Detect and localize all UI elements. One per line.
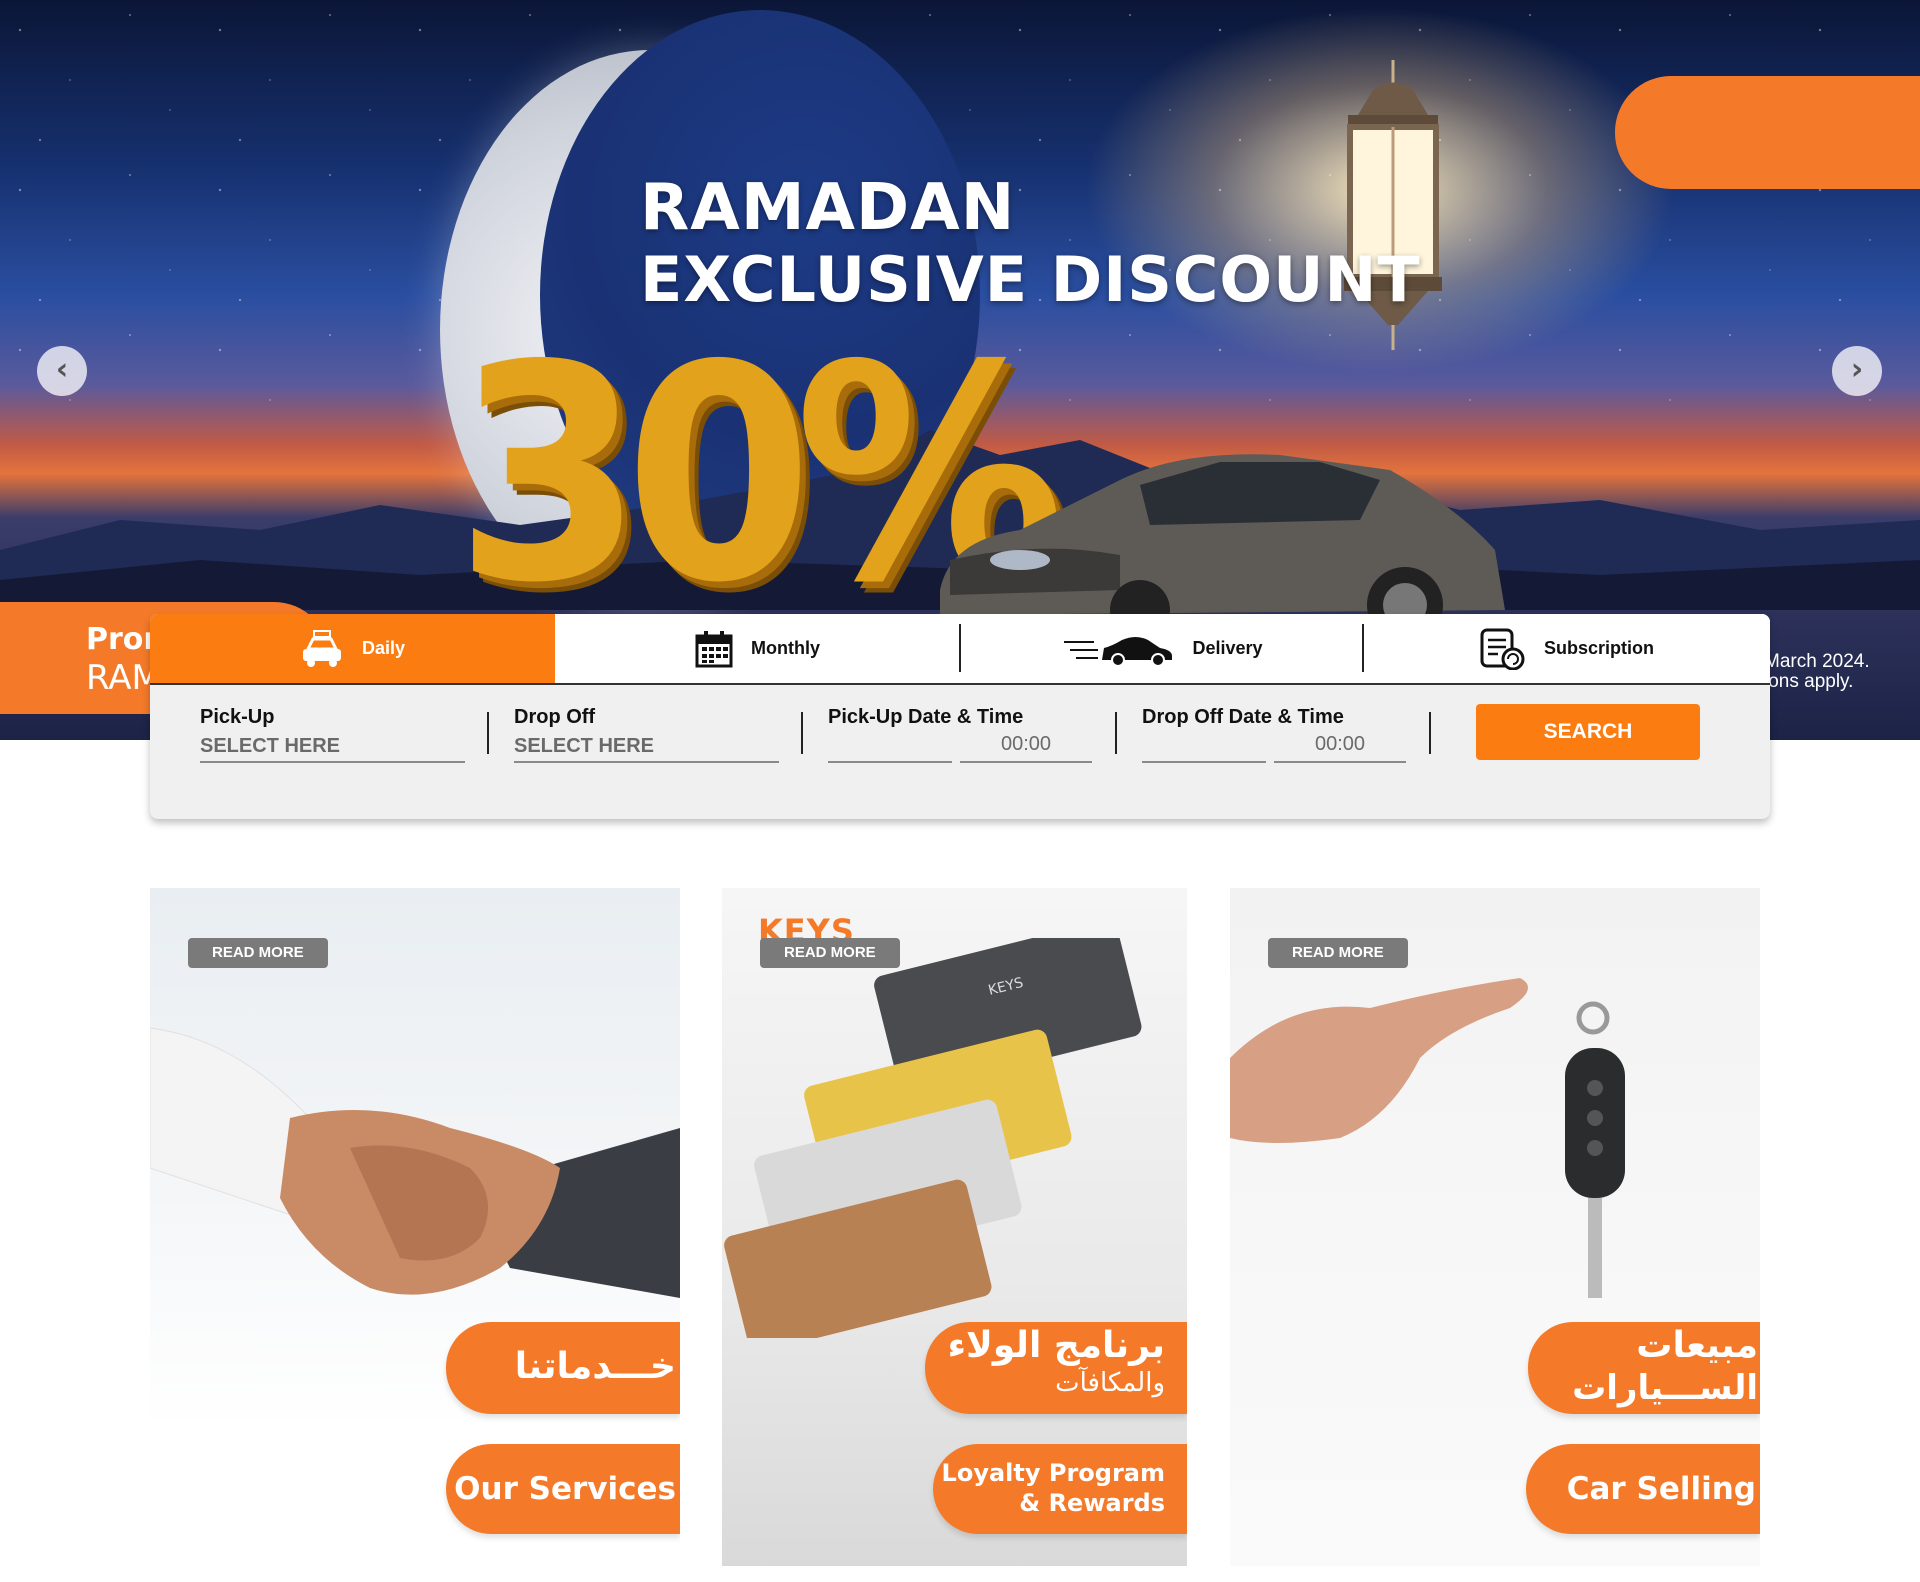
pickup-select[interactable]: SELECT HERE: [200, 733, 465, 763]
car-key-image: [1230, 978, 1625, 1298]
tab-delivery-label: Delivery: [1192, 638, 1263, 658]
read-more-button[interactable]: READ MORE: [1268, 938, 1408, 968]
card-loyalty-program[interactable]: KEYS KEYS READ MORE برنامج الولاء والمكا…: [722, 888, 1187, 1566]
carousel-prev-arrow-icon[interactable]: ‹: [37, 346, 87, 396]
card-title-english: Loyalty Program & Rewards: [933, 1444, 1187, 1534]
fast-car-icon: [1064, 636, 1173, 666]
dropoff-datetime-field[interactable]: Drop Off Date & Time 00:00: [1142, 706, 1407, 763]
car-image: [940, 454, 1505, 640]
dropoff-date-input[interactable]: [1142, 733, 1266, 763]
dropoff-label: Drop Off: [514, 706, 596, 728]
read-more-button[interactable]: READ MORE: [188, 938, 328, 968]
tab-daily-label: Daily: [361, 638, 406, 658]
card-title-arabic: خـــدماتنا: [446, 1322, 680, 1414]
banner-orange-pill: [1615, 76, 1920, 189]
hero-title-line1: RAMADAN: [640, 171, 1016, 245]
card-title-arabic: برنامج الولاء والمكافآت: [925, 1322, 1187, 1414]
taxi-car-icon: [302, 629, 341, 667]
tab-subscription-label: Subscription: [1543, 638, 1654, 658]
terms-text: March 2024. ions apply.: [1764, 651, 1870, 692]
pickup-datetime-field[interactable]: Pick-Up Date & Time 00:00: [828, 706, 1093, 763]
card-title-english: Car Selling: [1526, 1444, 1760, 1534]
tab-daily[interactable]: Daily: [150, 614, 555, 683]
card-our-services[interactable]: READ MORE خـــدماتنا Our Services: [150, 888, 680, 1566]
card-title-english: Our Services: [446, 1444, 680, 1534]
calendar-icon: [695, 630, 733, 667]
subscription-icon: [1480, 628, 1525, 670]
booking-widget: Daily Monthly Delivery Subscription Pick…: [150, 614, 1770, 819]
dropoff-field[interactable]: Drop Off SELECT HERE: [514, 706, 779, 763]
pickup-datetime-label: Pick-Up Date & Time: [828, 706, 1024, 728]
pickup-field[interactable]: Pick-Up SELECT HERE: [200, 706, 465, 763]
dropoff-time-input[interactable]: 00:00: [1274, 733, 1406, 763]
loyalty-cards-image: KEYS: [724, 938, 1142, 1338]
pickup-time-input[interactable]: 00:00: [960, 733, 1092, 763]
tab-monthly[interactable]: Monthly: [555, 614, 960, 683]
booking-tabs: Daily Monthly Delivery Subscription: [150, 614, 1770, 685]
tab-subscription[interactable]: Subscription: [1364, 614, 1770, 683]
read-more-button[interactable]: READ MORE: [760, 938, 900, 968]
tab-delivery[interactable]: Delivery: [961, 614, 1366, 683]
search-button[interactable]: SEARCH: [1476, 704, 1700, 760]
carousel-next-arrow-icon[interactable]: ›: [1832, 346, 1882, 396]
dropoff-datetime-label: Drop Off Date & Time: [1142, 706, 1344, 728]
booking-fields: Pick-Up SELECT HERE Drop Off SELECT HERE…: [150, 685, 1770, 819]
card-title-arabic: مبيعات الســـيارات: [1528, 1322, 1760, 1414]
pickup-date-input[interactable]: [828, 733, 952, 763]
pickup-label: Pick-Up: [200, 706, 275, 728]
hero-title: RAMADAN EXCLUSIVE DISCOUNT: [640, 172, 1421, 316]
dropoff-select[interactable]: SELECT HERE: [514, 733, 779, 763]
tab-monthly-label: Monthly: [751, 638, 820, 658]
card-car-selling[interactable]: READ MORE مبيعات الســـيارات Car Selling: [1230, 888, 1760, 1566]
